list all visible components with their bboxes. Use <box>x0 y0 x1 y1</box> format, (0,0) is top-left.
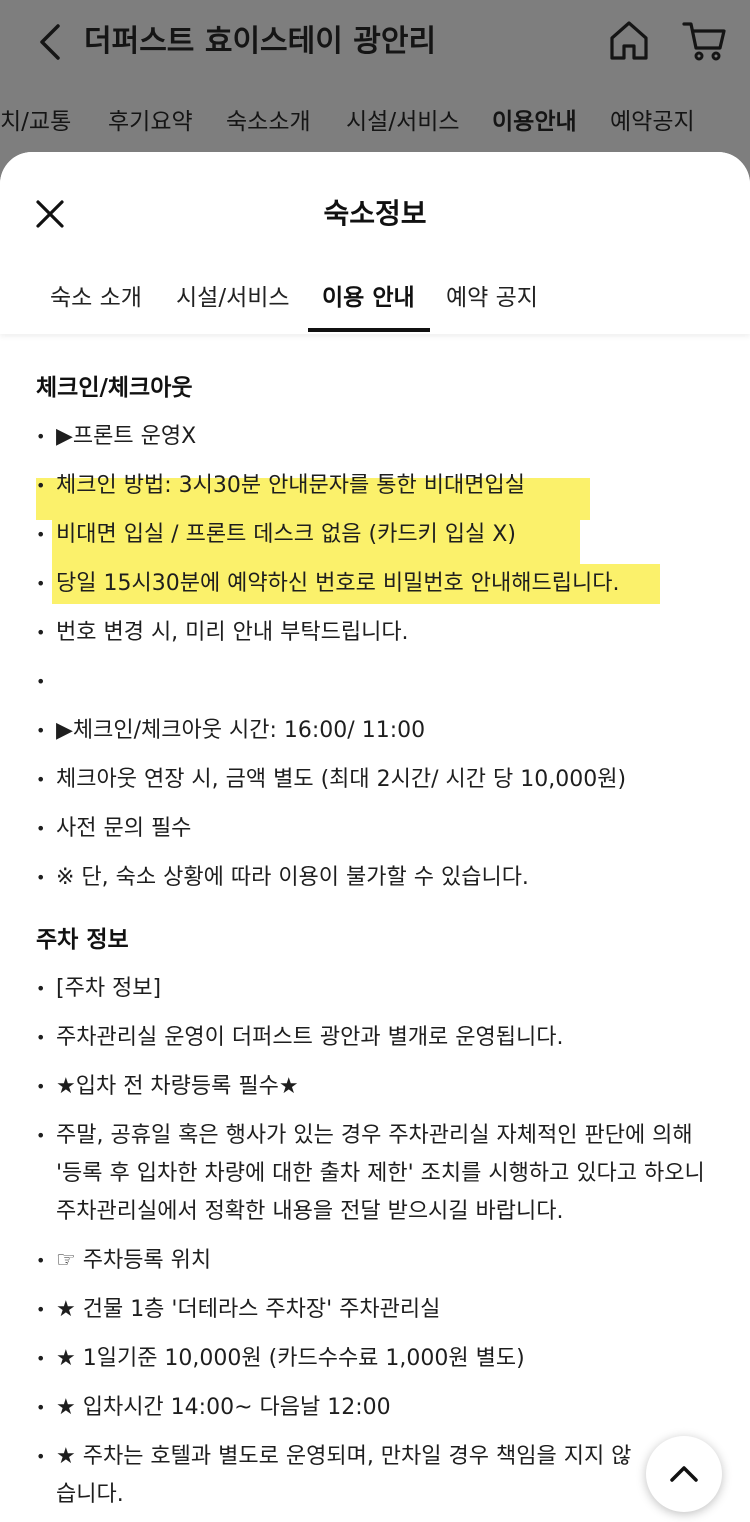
list-item-text: 사전 문의 필수 <box>56 816 192 841</box>
list-item: • ★ 입차시간 14:00~ 다음날 12:00 <box>36 1389 716 1427</box>
app-header: 더퍼스트 효이스테이 광안리 치/교통 후기요약 숙소소개 시설/서비스 이용안… <box>0 0 750 160</box>
back-arrow-icon[interactable] <box>32 22 72 62</box>
list-item-text: ★ 건물 1층 '더테라스 주차장' 주차관리실 <box>56 1297 441 1322</box>
list-item-text: 체크아웃 연장 시, 금액 별도 (최대 2시간/ 시간 당 10,000원) <box>56 767 627 792</box>
list-item: • ★입차 전 차량등록 필수★ <box>36 1068 716 1106</box>
sheet-header: 숙소정보 숙소 소개 시설/서비스 이용 안내 예약 공지 <box>0 152 750 334</box>
scroll-to-top-button[interactable] <box>646 1436 722 1512</box>
list-item-text: 비대면 입실 / 프론트 데스크 없음 (카드키 입실 X) <box>56 522 516 547</box>
nav-tab-facilities[interactable]: 시설/서비스 <box>346 100 460 144</box>
list-item: • ▶프론트 운영X <box>36 418 716 456</box>
home-icon[interactable] <box>608 18 650 62</box>
list-item-text: ▶프론트 운영X <box>56 424 197 449</box>
list-item-text: ★입차 전 차량등록 필수★ <box>56 1074 299 1099</box>
list-item-text: ★ 1일기준 10,000원 (카드수수료 1,000원 별도) <box>56 1346 525 1371</box>
list-item-text: ▶체크인/체크아웃 시간: 16:00/ 11:00 <box>56 718 426 743</box>
checkin-heading: 체크인/체크아웃 <box>36 375 193 401</box>
nav-tab-location[interactable]: 치/교통 <box>0 100 71 144</box>
tab-usage-guide[interactable]: 이용 안내 <box>322 278 415 318</box>
list-item: • ※ 단, 숙소 상황에 따라 이용이 불가할 수 있습니다. <box>36 859 716 897</box>
nav-tab-booking-notice[interactable]: 예약공지 <box>610 100 695 144</box>
list-item: • ★ 주차는 호텔과 별도로 운영되며, 만차일 경우 책임을 지지 않습니다. <box>36 1438 636 1514</box>
nav-tab-review-summary[interactable]: 후기요약 <box>108 100 193 144</box>
list-item: • 주차관리실 운영이 더퍼스트 광안과 별개로 운영됩니다. <box>36 1019 716 1057</box>
list-item-text: 주차관리실 운영이 더퍼스트 광안과 별개로 운영됩니다. <box>56 1025 564 1050</box>
list-item: • ★ 1일기준 10,000원 (카드수수료 1,000원 별도) <box>36 1340 716 1378</box>
list-item-text: 번호 변경 시, 미리 안내 부탁드립니다. <box>56 620 409 645</box>
list-item: • 비대면 입실 / 프론트 데스크 없음 (카드키 입실 X) <box>36 516 716 554</box>
active-tab-indicator <box>308 328 430 332</box>
page-title: 더퍼스트 효이스테이 광안리 <box>84 24 437 59</box>
list-item: • ☞ 주차등록 위치 <box>36 1242 716 1280</box>
list-item-text: 주말, 공휴일 혹은 행사가 있는 경우 주차관리실 자체적인 판단에 의해 '… <box>56 1123 705 1224</box>
list-item-text: 당일 15시30분에 예약하신 번호로 비밀번호 안내해드립니다. <box>56 571 620 596</box>
sheet-title: 숙소정보 <box>323 197 427 230</box>
nav-tab-property-intro[interactable]: 숙소소개 <box>226 100 311 144</box>
list-item: • ★ 건물 1층 '더테라스 주차장' 주차관리실 <box>36 1291 716 1329</box>
list-item: • 번호 변경 시, 미리 안내 부탁드립니다. <box>36 614 716 652</box>
parking-heading: 주차 정보 <box>36 927 129 953</box>
list-item-text: ★ 주차는 호텔과 별도로 운영되며, 만차일 경우 책임을 지지 않습니다. <box>56 1444 632 1507</box>
tab-booking-notice[interactable]: 예약 공지 <box>446 278 538 318</box>
list-item: • 체크아웃 연장 시, 금액 별도 (최대 2시간/ 시간 당 10,000원) <box>36 761 716 799</box>
list-item: • [주차 정보] <box>36 970 716 1008</box>
list-item: • ▶체크인/체크아웃 시간: 16:00/ 11:00 <box>36 712 716 750</box>
tab-facilities[interactable]: 시설/서비스 <box>176 278 290 318</box>
chevron-up-icon <box>670 1466 698 1482</box>
list-item: • 당일 15시30분에 예약하신 번호로 비밀번호 안내해드립니다. <box>36 565 716 603</box>
list-item: • 체크인 방법: 3시30분 안내문자를 통한 비대면입실 <box>36 467 716 505</box>
tab-property-intro[interactable]: 숙소 소개 <box>50 278 142 318</box>
usage-guide-content: 체크인/체크아웃 • ▶프론트 운영X • 체크인 방법: 3시30분 안내문자를 … <box>0 152 750 1522</box>
list-item-text: ※ 단, 숙소 상황에 따라 이용이 불가할 수 있습니다. <box>56 865 529 890</box>
nav-tab-usage-guide[interactable]: 이용안내 <box>492 100 577 144</box>
property-info-sheet: 숙소정보 숙소 소개 시설/서비스 이용 안내 예약 공지 체크인/체크아웃 •… <box>0 152 750 1522</box>
list-item-text: [주차 정보] <box>56 976 162 1001</box>
list-item-text: 체크인 방법: 3시30분 안내문자를 통한 비대면입실 <box>56 473 525 498</box>
list-item-text: ★ 입차시간 14:00~ 다음날 12:00 <box>56 1395 391 1420</box>
cart-icon[interactable] <box>682 18 726 62</box>
list-item: • 사전 문의 필수 <box>36 810 716 848</box>
list-item-text: ☞ 주차등록 위치 <box>56 1248 212 1273</box>
list-item: • 주말, 공휴일 혹은 행사가 있는 경우 주차관리실 자체적인 판단에 의해 … <box>36 1117 716 1231</box>
